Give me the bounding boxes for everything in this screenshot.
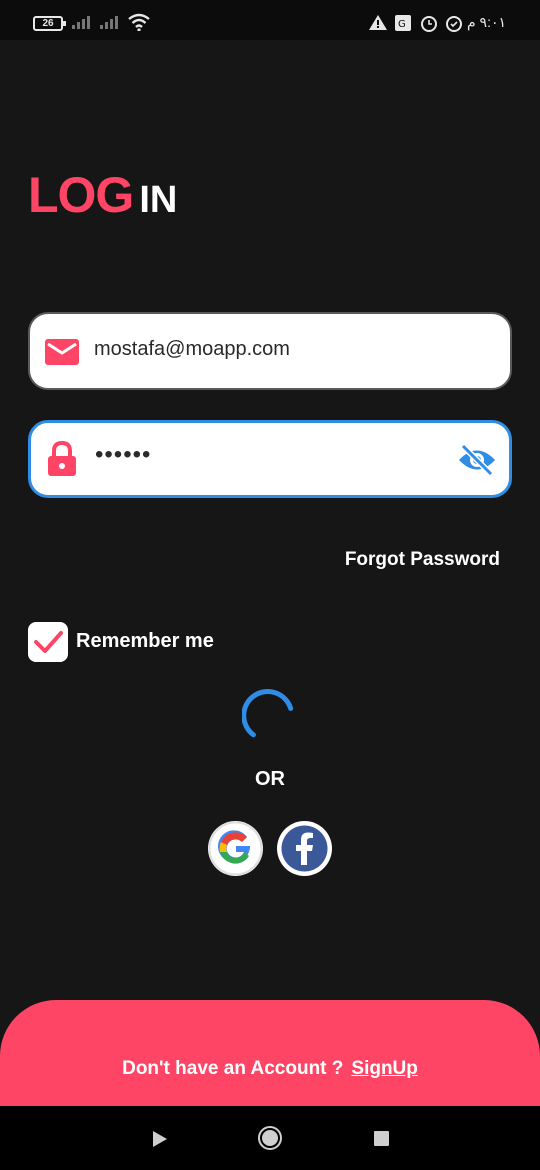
status-bar: 26 G ٩:٠١ م [0,0,540,40]
signup-prompt: Don't have an Account ? [122,1058,344,1079]
page-title: LOG IN [28,166,177,224]
battery-level: 26 [42,18,54,29]
facebook-icon [278,822,331,875]
lock-icon [48,440,76,476]
back-icon[interactable] [150,1129,170,1149]
facebook-login-button[interactable] [277,821,332,876]
loading-spinner-icon [242,689,294,738]
remember-me-label: Remember me [76,630,214,652]
signup-link[interactable]: SignUp [351,1058,418,1079]
svg-text:G: G [398,19,406,30]
or-divider: OR [255,768,285,790]
home-icon[interactable] [257,1125,283,1151]
warning-icon [369,15,387,30]
alarm-icon [446,16,462,32]
email-value: mostafa@moapp.com [94,338,290,360]
status-time: ٩:٠١ م [466,14,506,30]
forgot-password-link[interactable]: Forgot Password [345,549,500,571]
wifi-icon [128,13,150,31]
password-field[interactable]: •••••• [28,420,512,498]
signup-row: Don't have an Account ? SignUp [0,1058,540,1080]
password-value: •••••• [95,441,152,468]
title-in: IN [139,179,178,221]
notification-icons: G [369,15,462,32]
title-log: LOG [28,167,134,223]
translate-icon: G [395,15,411,31]
google-login-button[interactable] [208,821,263,876]
email-field[interactable]: mostafa@moapp.com [28,312,512,390]
remember-me-checkbox[interactable] [28,622,68,662]
battery-icon: 26 [33,16,66,31]
alarm-icon [421,16,437,32]
eye-off-icon[interactable] [457,443,497,477]
google-icon [208,821,263,876]
signal-icon [100,16,118,29]
signal-icon [72,16,90,29]
mail-icon [45,339,79,365]
navigation-bar [0,1106,540,1170]
bottom-panel [0,1000,540,1106]
checkmark-icon [34,631,63,653]
recents-icon[interactable] [373,1130,390,1147]
